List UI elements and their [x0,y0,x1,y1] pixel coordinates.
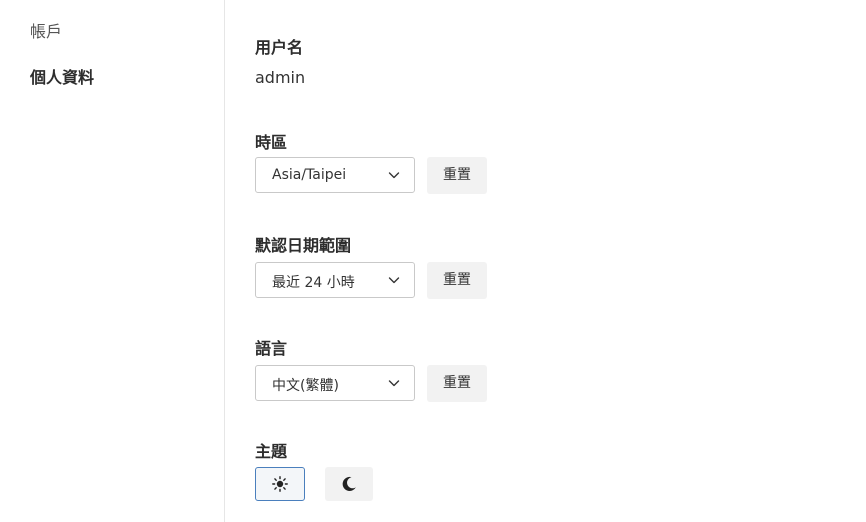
timezone-select[interactable]: Asia/Taipei [255,157,415,193]
language-reset-button[interactable]: 重置 [427,365,487,402]
sidebar-item-account[interactable]: 帳戶 [30,22,62,42]
settings-page: 帳戶 個人資料 用户名 admin 時區 Asia/Taipei 重置 默認日期… [0,0,866,522]
chevron-down-icon [388,172,400,179]
language-selected-value: 中文(繁體) [272,378,339,394]
sun-icon [272,476,288,492]
timezone-selected-value: Asia/Taipei [272,167,347,183]
language-label: 語言 [255,339,288,358]
sidebar: 帳戶 個人資料 [0,0,225,522]
username-value: admin [255,68,306,87]
username-label: 用户名 [255,38,304,57]
date-range-label: 默認日期範圍 [255,236,352,255]
timezone-reset-button[interactable]: 重置 [427,157,487,194]
date-range-reset-button[interactable]: 重置 [427,262,487,299]
theme-light-button[interactable] [255,467,305,501]
date-range-selected-value: 最近 24 小時 [272,275,355,291]
language-select[interactable]: 中文(繁體) [255,365,415,401]
date-range-select[interactable]: 最近 24 小時 [255,262,415,298]
timezone-label: 時區 [255,133,288,152]
sidebar-item-profile[interactable]: 個人資料 [30,68,94,88]
theme-dark-button[interactable] [325,467,373,501]
theme-label: 主題 [255,442,288,461]
chevron-down-icon [388,380,400,387]
chevron-down-icon [388,277,400,284]
moon-icon [342,476,356,491]
